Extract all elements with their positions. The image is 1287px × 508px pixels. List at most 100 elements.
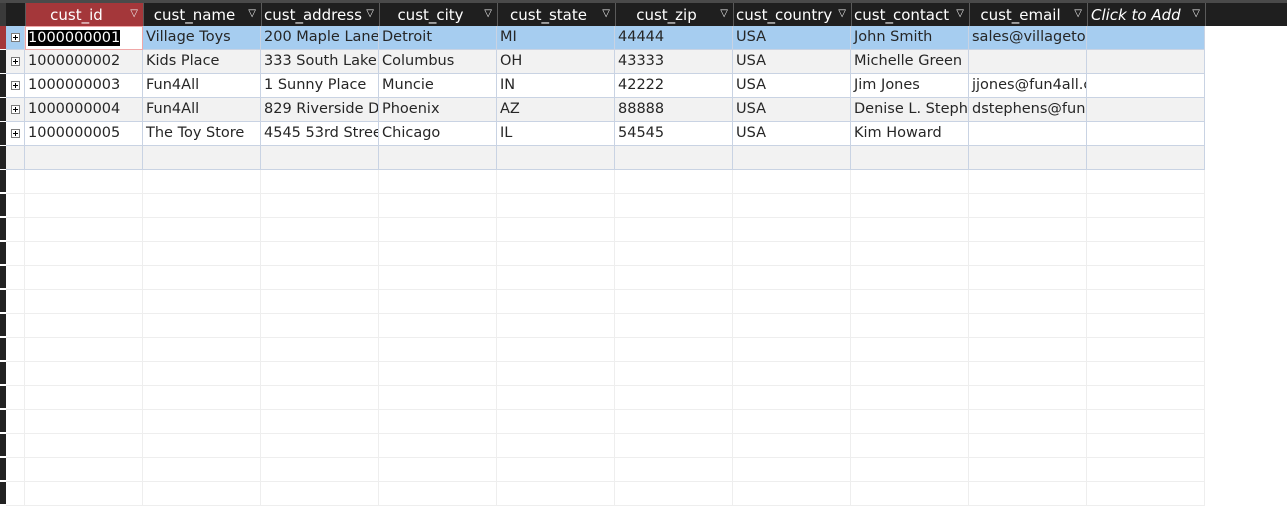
cell-cust-name[interactable]: Fun4All [143,98,261,122]
new-cell-click-to-add[interactable] [1087,146,1205,170]
cell-cust-address[interactable]: 200 Maple Lane [261,26,379,50]
cell-cust-email[interactable] [969,50,1087,74]
cell-click-to-add[interactable] [1087,98,1205,122]
cell-cust-id[interactable]: 1000000002 [25,50,143,74]
column-header-cust-email[interactable]: cust_email ▽ [970,3,1088,26]
table-row[interactable]: 1000000002 Kids Place 333 South Lake Drive… [0,50,1205,74]
subdatasheet-expander[interactable] [6,26,25,50]
sort-filter-dropdown-icon[interactable]: ▽ [484,8,492,19]
cell-cust-country[interactable]: USA [733,98,851,122]
cell-cust-contact[interactable]: John Smith [851,26,969,50]
cell-cust-city[interactable]: Columbus [379,50,497,74]
cell-cust-address[interactable]: 333 South Lake Drive [261,50,379,74]
subdatasheet-expander[interactable] [6,122,25,146]
cell-cust-name[interactable]: Kids Place [143,50,261,74]
cell-cust-contact[interactable]: Kim Howard [851,122,969,146]
cell-cust-name[interactable]: The Toy Store [143,122,261,146]
column-header-cust-country[interactable]: cust_country ▽ [734,3,852,26]
cell-cust-contact[interactable]: Jim Jones [851,74,969,98]
cell-value: USA [736,29,767,45]
table-row[interactable]: 1000000003 Fun4All 1 Sunny Place Muncie IN 42… [0,74,1205,98]
new-cell-cust-id[interactable] [25,146,143,170]
cell-cust-zip[interactable]: 44444 [615,26,733,50]
sort-filter-dropdown-icon[interactable]: ▽ [248,8,256,19]
empty-cell [615,314,733,338]
empty-cell [969,266,1087,290]
expand-plus-icon[interactable] [10,81,20,90]
cell-value: Kids Place [146,53,220,69]
cell-cust-address[interactable]: 829 Riverside Drive [261,98,379,122]
cell-click-to-add[interactable] [1087,50,1205,74]
column-header-cust-id[interactable]: cust_id ▽ [26,3,144,26]
sort-filter-dropdown-icon[interactable]: ▽ [602,8,610,19]
column-header-cust-address[interactable]: cust_address ▽ [262,3,380,26]
cell-cust-country[interactable]: USA [733,50,851,74]
cell-cust-zip[interactable]: 43333 [615,50,733,74]
cell-click-to-add[interactable] [1087,122,1205,146]
new-cell-cust-email[interactable] [969,146,1087,170]
cell-cust-id[interactable]: 1000000001 [25,26,143,50]
cell-cust-address[interactable]: 1 Sunny Place [261,74,379,98]
cell-cust-zip[interactable]: 54545 [615,122,733,146]
expand-plus-icon[interactable] [10,57,20,66]
new-record-row[interactable] [0,146,1205,170]
new-cell-cust-name[interactable] [143,146,261,170]
expand-plus-icon[interactable] [10,33,20,42]
sort-filter-dropdown-icon[interactable]: ▽ [720,8,728,19]
new-cell-cust-country[interactable] [733,146,851,170]
cell-cust-country[interactable]: USA [733,26,851,50]
column-header-cust-city[interactable]: cust_city ▽ [380,3,498,26]
cell-cust-id[interactable]: 1000000003 [25,74,143,98]
cell-click-to-add[interactable] [1087,26,1205,50]
expand-plus-icon[interactable] [10,129,20,138]
sort-filter-dropdown-icon[interactable]: ▽ [838,8,846,19]
subdatasheet-expander[interactable] [6,50,25,74]
sort-filter-dropdown-icon[interactable]: ▽ [366,8,374,19]
cell-cust-state[interactable]: IL [497,122,615,146]
cell-cust-email[interactable] [969,122,1087,146]
cell-cust-state[interactable]: IN [497,74,615,98]
expand-plus-icon[interactable] [10,105,20,114]
sort-filter-dropdown-icon[interactable]: ▽ [130,8,138,19]
subdatasheet-expander[interactable] [6,74,25,98]
cell-cust-state[interactable]: OH [497,50,615,74]
cell-cust-city[interactable]: Phoenix [379,98,497,122]
new-cell-cust-address[interactable] [261,146,379,170]
subdatasheet-expander[interactable] [6,98,25,122]
cell-cust-contact[interactable]: Michelle Green [851,50,969,74]
table-row[interactable]: 1000000001 Village Toys 200 Maple Lane Detr… [0,26,1205,50]
new-cell-cust-city[interactable] [379,146,497,170]
cell-cust-zip[interactable]: 88888 [615,98,733,122]
cell-cust-country[interactable]: USA [733,74,851,98]
cell-cust-country[interactable]: USA [733,122,851,146]
new-cell-cust-contact[interactable] [851,146,969,170]
cell-cust-email[interactable]: dstephens@fun4all.com [969,98,1087,122]
sort-filter-dropdown-icon[interactable]: ▽ [1192,8,1200,19]
cell-cust-city[interactable]: Muncie [379,74,497,98]
cell-cust-id[interactable]: 1000000005 [25,122,143,146]
cell-cust-id[interactable]: 1000000004 [25,98,143,122]
column-header-cust-name[interactable]: cust_name ▽ [144,3,262,26]
cell-cust-zip[interactable]: 42222 [615,74,733,98]
column-header-cust-state[interactable]: cust_state ▽ [498,3,616,26]
sort-filter-dropdown-icon[interactable]: ▽ [956,8,964,19]
new-cell-cust-zip[interactable] [615,146,733,170]
cell-cust-contact[interactable]: Denise L. Stephens [851,98,969,122]
table-row[interactable]: 1000000005 The Toy Store 4545 53rd Street C… [0,122,1205,146]
table-row[interactable]: 1000000004 Fun4All 829 Riverside DrivePhoe… [0,98,1205,122]
cell-click-to-add[interactable] [1087,74,1205,98]
cell-cust-address[interactable]: 4545 53rd Street [261,122,379,146]
cell-cust-city[interactable]: Chicago [379,122,497,146]
cell-cust-email[interactable]: jjones@fun4all.com [969,74,1087,98]
cell-cust-name[interactable]: Village Toys [143,26,261,50]
column-header-cust-zip[interactable]: cust_zip ▽ [616,3,734,26]
column-header-cust-contact[interactable]: cust_contact ▽ [852,3,970,26]
column-header-click-to-add[interactable]: Click to Add ▽ [1088,3,1206,26]
cell-cust-city[interactable]: Detroit [379,26,497,50]
cell-cust-state[interactable]: MI [497,26,615,50]
new-cell-cust-state[interactable] [497,146,615,170]
sort-filter-dropdown-icon[interactable]: ▽ [1074,8,1082,19]
cell-cust-state[interactable]: AZ [497,98,615,122]
cell-cust-email[interactable]: sales@villagetoys.com [969,26,1087,50]
cell-cust-name[interactable]: Fun4All [143,74,261,98]
